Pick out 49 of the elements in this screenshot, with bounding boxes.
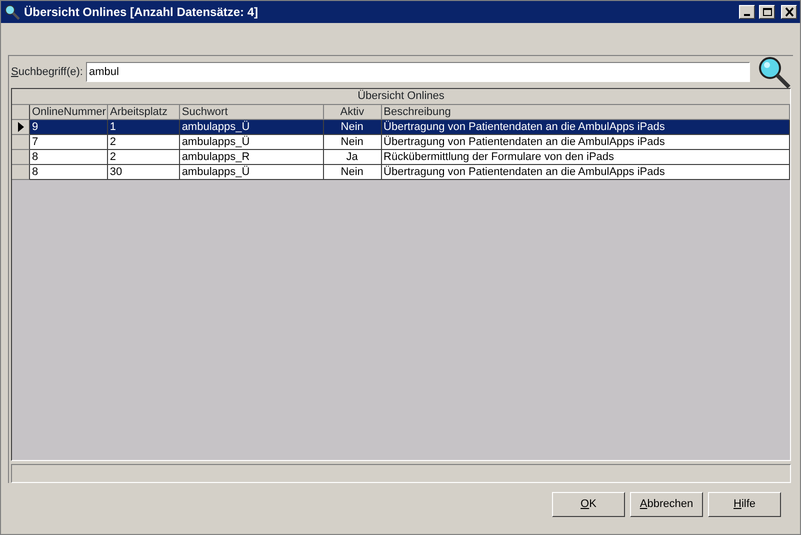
table-cell: 8 [30,150,108,165]
table-cell: 9 [30,120,108,135]
window-title: Übersicht Onlines [Anzahl Datensätze: 4] [24,4,260,21]
row-header[interactable] [12,135,30,150]
table-cell: 30 [108,165,180,180]
pointer-icon [18,122,24,132]
search-icon[interactable] [757,56,791,88]
dialog-button[interactable]: OK [552,492,625,517]
search-icon [4,4,20,20]
table-row[interactable]: 9 1 ambulapps_Ü Nein Übertragung von Patientendaten an die AmbulApps iPads [12,120,790,135]
table-row[interactable]: 8 30 ambulapps_Ü Nein Übertragung von Patientendaten an die AmbulApps iPads [12,165,790,180]
column-header[interactable]: Beschreibung [382,105,790,120]
column-header[interactable]: Suchwort [180,105,324,120]
column-header[interactable]: Arbeitsplatz [108,105,180,120]
dialog-button[interactable]: Hilfe [708,492,781,517]
table-cell: 2 [108,150,180,165]
maximize-button[interactable] [759,5,775,19]
table-title: Übersicht Onlines [12,89,790,105]
column-header[interactable]: OnlineNummer [30,105,108,120]
column-header[interactable]: Aktiv [324,105,382,120]
dialog-button[interactable]: Abbrechen [630,492,703,517]
table-cell: 2 [108,135,180,150]
row-header[interactable] [12,165,30,180]
row-header[interactable] [12,150,30,165]
table-cell: Übertragung von Patientendaten an die AmbulApps iPads [382,120,790,135]
search-field[interactable]: ambul [86,62,750,82]
table-cell: 8 [30,165,108,180]
close-button[interactable] [781,5,797,19]
table-cell: Übertragung von Patientendaten an die AmbulApps iPads [382,135,790,150]
row-header[interactable] [12,120,30,135]
table-row[interactable]: 8 2 ambulapps_R Ja Rückübermittlung der Formulare von den iPads [12,150,790,165]
table-cell: Rückübermittlung der Formulare von den iPads [382,150,790,165]
table-cell: ambulapps_Ü [180,135,324,150]
minimize-icon [744,14,750,16]
table-cell: ambulapps_Ü [180,120,324,135]
table-cell: Ja [324,150,382,165]
table-cell: 1 [108,120,180,135]
table-cell: 7 [30,135,108,150]
table-cell: ambulapps_R [180,150,324,165]
table-row[interactable]: 7 2 ambulapps_Ü Nein Übertragung von Patientendaten an die AmbulApps iPads [12,135,790,150]
table-cell: Übertragung von Patientendaten an die AmbulApps iPads [382,165,790,180]
table-cell: ambulapps_Ü [180,165,324,180]
maximize-icon [762,7,772,17]
search-label: Suchbegriff(e): [11,64,83,80]
close-icon [784,7,794,17]
table-cell: Nein [324,165,382,180]
table-cell: Nein [324,135,382,150]
minimize-button[interactable] [739,5,755,19]
table-cell: Nein [324,120,382,135]
